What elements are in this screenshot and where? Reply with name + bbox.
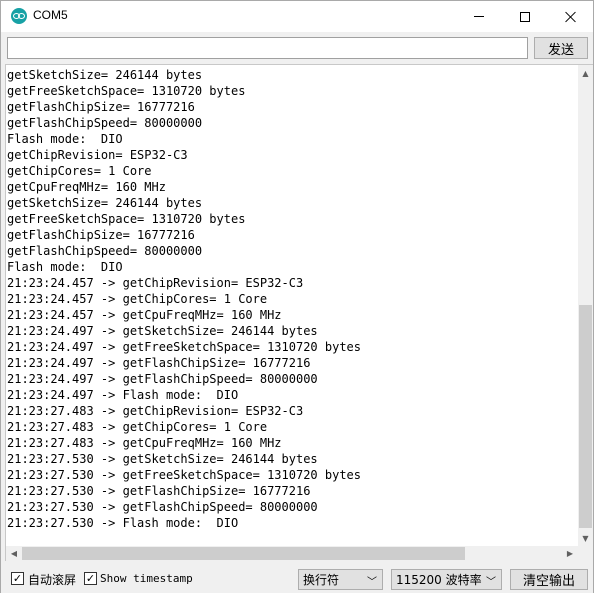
line-ending-select[interactable]: 换行符 ﹀ (298, 569, 383, 590)
close-icon (565, 11, 577, 23)
output-line: 21:23:27.530 -> getFlashChipSize= 167772… (7, 484, 311, 498)
output-line: 21:23:24.497 -> getFlashChipSpeed= 80000… (7, 372, 318, 386)
output-line: getFlashChipSpeed= 80000000 (7, 116, 203, 130)
minimize-icon (474, 16, 484, 17)
output-line: getFlashChipSize= 16777216 (7, 100, 195, 114)
autoscroll-label[interactable]: 自动滚屏 (28, 571, 76, 588)
serial-monitor-window: COM5 发送 getSketchSize= 246144 bytes getFr… (0, 0, 594, 593)
serial-output-panel[interactable]: getSketchSize= 246144 bytes getFreeSketch… (5, 64, 593, 561)
output-line: Flash mode: DIO (7, 132, 123, 146)
output-line: Flash mode: DIO (7, 260, 123, 274)
bottom-bar: ✓ 自动滚屏 ✓ Show timestamp 换行符 ﹀ 115200 波特率… (1, 564, 593, 593)
window-title: COM5 (33, 8, 68, 22)
clear-output-button[interactable]: 清空输出 (510, 569, 588, 590)
output-line: getSketchSize= 246144 bytes (7, 196, 203, 210)
output-line: getFlashChipSpeed= 80000000 (7, 244, 203, 258)
title-bar[interactable]: COM5 (1, 1, 593, 32)
show-timestamp-label[interactable]: Show timestamp (100, 572, 193, 585)
scroll-down-icon[interactable]: ▼ (578, 530, 593, 546)
horizontal-scrollbar[interactable]: ◀ ▶ (6, 546, 578, 561)
send-input[interactable] (7, 37, 528, 59)
close-button[interactable] (548, 1, 594, 32)
output-line: 21:23:24.497 -> Flash mode: DIO (7, 388, 239, 402)
output-line: 21:23:24.457 -> getCpuFreqMHz= 160 MHz (7, 308, 282, 322)
scroll-up-icon[interactable]: ▲ (578, 65, 593, 81)
output-line: 21:23:24.497 -> getFreeSketchSpace= 1310… (7, 340, 362, 354)
output-line: 21:23:27.530 -> getSketchSize= 246144 by… (7, 452, 318, 466)
output-line: getFreeSketchSpace= 1310720 bytes (7, 84, 246, 98)
arduino-icon (11, 8, 27, 24)
output-line: 21:23:27.530 -> getFreeSketchSpace= 1310… (7, 468, 362, 482)
check-icon: ✓ (12, 572, 23, 585)
output-line: getFreeSketchSpace= 1310720 bytes (7, 212, 246, 226)
send-button[interactable]: 发送 (534, 37, 588, 59)
check-icon: ✓ (85, 572, 96, 585)
output-line: getChipCores= 1 Core (7, 164, 152, 178)
scroll-left-icon[interactable]: ◀ (6, 546, 22, 561)
show-timestamp-checkbox[interactable]: ✓ (84, 572, 97, 585)
output-line: getChipRevision= ESP32-C3 (7, 148, 188, 162)
line-ending-value: 换行符 (303, 573, 340, 587)
autoscroll-checkbox[interactable]: ✓ (11, 572, 24, 585)
minimize-button[interactable] (456, 1, 502, 32)
output-line: 21:23:24.497 -> getFlashChipSize= 167772… (7, 356, 311, 370)
horizontal-scroll-thumb[interactable] (22, 547, 465, 560)
chevron-down-icon: ﹀ (486, 577, 496, 588)
baud-rate-select[interactable]: 115200 波特率 ﹀ (391, 569, 502, 590)
output-line: getFlashChipSize= 16777216 (7, 228, 195, 242)
scroll-right-icon[interactable]: ▶ (562, 546, 578, 561)
output-line: 21:23:27.483 -> getCpuFreqMHz= 160 MHz (7, 436, 282, 450)
vertical-scroll-thumb[interactable] (579, 305, 592, 528)
output-line: 21:23:27.530 -> getFlashChipSpeed= 80000… (7, 500, 318, 514)
vertical-scrollbar[interactable]: ▲ ▼ (578, 65, 593, 546)
output-line: getSketchSize= 246144 bytes (7, 68, 203, 82)
output-line: 21:23:27.530 -> Flash mode: DIO (7, 516, 239, 530)
output-line: getCpuFreqMHz= 160 MHz (7, 180, 166, 194)
output-line: 21:23:27.483 -> getChipCores= 1 Core (7, 420, 268, 434)
output-line: 21:23:24.457 -> getChipRevision= ESP32-C… (7, 276, 304, 290)
maximize-icon (520, 11, 530, 22)
serial-output-log: getSketchSize= 246144 bytes getFreeSketch… (7, 67, 577, 547)
output-line: 21:23:24.457 -> getChipCores= 1 Core (7, 292, 268, 306)
baud-rate-value: 115200 波特率 (396, 573, 482, 587)
scrollbar-corner (578, 546, 593, 561)
output-line: 21:23:24.497 -> getSketchSize= 246144 by… (7, 324, 318, 338)
output-line: 21:23:27.483 -> getChipRevision= ESP32-C… (7, 404, 304, 418)
chevron-down-icon: ﹀ (367, 577, 377, 588)
maximize-button[interactable] (502, 1, 548, 32)
